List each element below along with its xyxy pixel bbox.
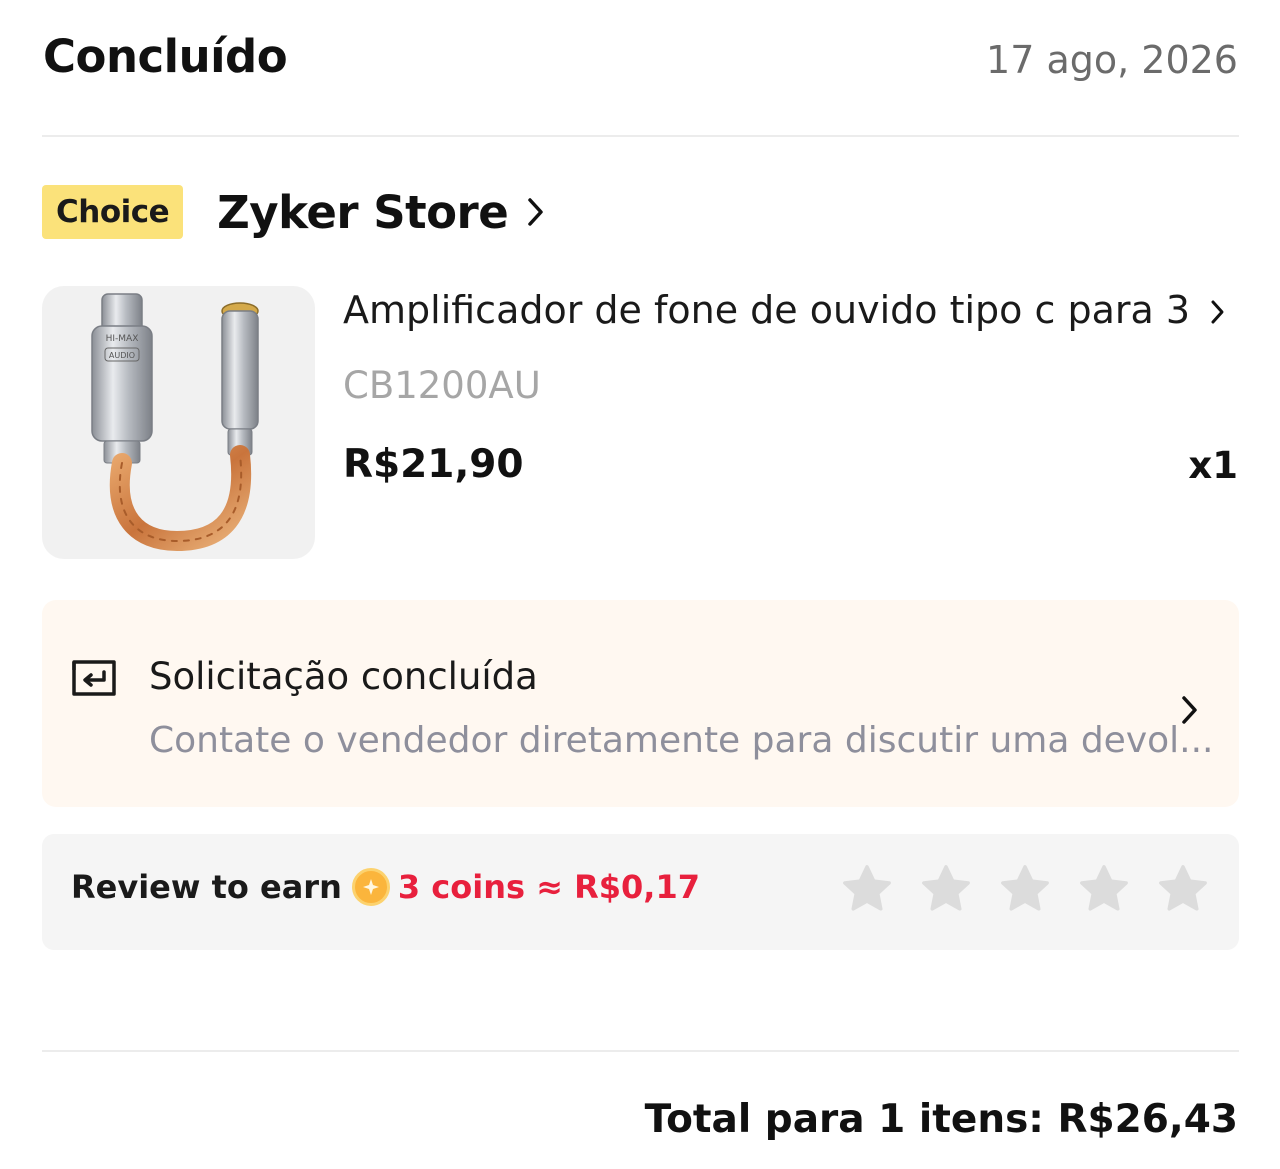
star-icon[interactable] [997, 861, 1053, 917]
rating-stars[interactable] [839, 861, 1211, 917]
chevron-right-icon [526, 195, 548, 229]
choice-badge: Choice [42, 185, 184, 239]
star-icon[interactable] [1155, 861, 1211, 917]
product-sku: CB1200AU [343, 364, 541, 407]
order-date: 17 ago, 2026 [986, 38, 1238, 82]
order-page: Concluído 17 ago, 2026 Choice Zyker Stor… [0, 0, 1280, 1169]
usb-c-to-3.5mm-adapter-image: HI-MAX AUDIO [91, 293, 259, 552]
coin-amount: 3 coins ≈ R$0,17 [397, 868, 700, 906]
order-status-title: Concluído [43, 30, 288, 83]
store-name: Zyker Store [217, 185, 509, 239]
review-card: Review to earn 3 coins ≈ R$0,17 [42, 834, 1239, 950]
request-description: Contate o vendedor diretamente para disc… [149, 720, 1214, 761]
return-icon [70, 658, 118, 700]
star-icon[interactable] [839, 861, 895, 917]
review-earn-text: Review to earn 3 coins ≈ R$0,17 [71, 868, 700, 906]
header-divider [42, 135, 1239, 137]
product-image[interactable]: HI-MAX AUDIO [42, 286, 315, 559]
return-request-card[interactable]: Solicitação concluída Contate o vendedor… [42, 600, 1239, 807]
chevron-right-icon[interactable] [1208, 296, 1228, 328]
product-title[interactable]: Amplificador de fone de ouvido tipo c pa… [343, 288, 1193, 332]
order-total: Total para 1 itens: R$26,43 [644, 1097, 1238, 1142]
request-title: Solicitação concluída [149, 655, 538, 698]
coin-icon [351, 868, 390, 906]
chevron-right-icon [1179, 692, 1201, 728]
footer-divider [42, 1050, 1239, 1052]
star-icon[interactable] [1076, 861, 1132, 917]
product-price: R$21,90 [343, 442, 524, 487]
star-icon[interactable] [918, 861, 974, 917]
product-quantity: x1 [1188, 444, 1238, 487]
store-link[interactable]: Choice Zyker Store [42, 182, 548, 242]
image-sub-text: AUDIO [109, 351, 135, 360]
review-label: Review to earn [71, 868, 342, 906]
image-brand-text: HI-MAX [106, 334, 139, 344]
